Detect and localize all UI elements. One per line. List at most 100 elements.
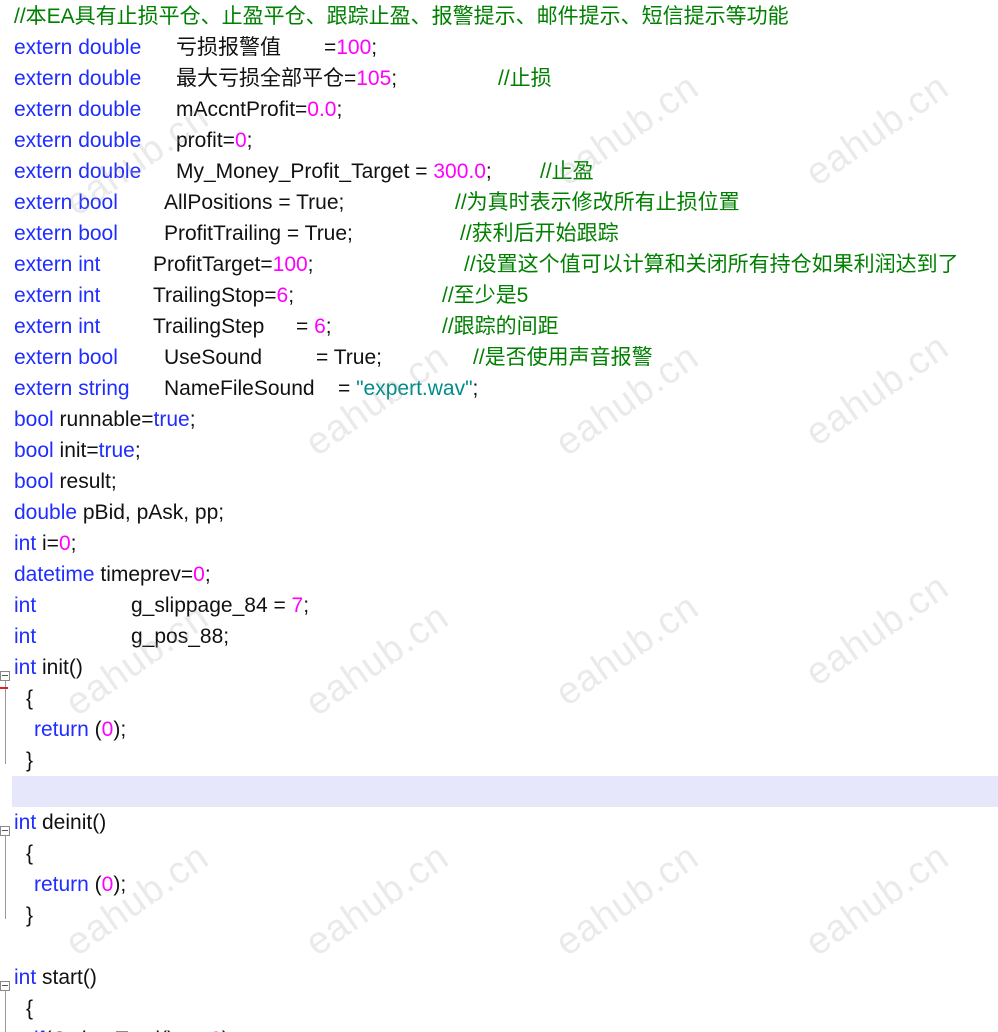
code-token-id: NameFileSound — [164, 377, 315, 400]
code-token-num: 105 — [356, 67, 392, 90]
code-token-id: mAccntProfit= — [176, 98, 308, 121]
code-token-kw: extern string — [14, 377, 130, 400]
watermark-text: eahub.cn — [798, 835, 957, 965]
code-token-kw: extern double — [14, 36, 142, 59]
code-token-id: ( — [88, 718, 102, 741]
code-token-id: 亏损报警值 — [176, 36, 281, 59]
code-token-id: ; — [288, 284, 295, 307]
code-token-id: My_Money_Profit_Target = — [176, 160, 434, 183]
code-token-num: 300.0 — [433, 160, 486, 183]
code-token-num: 100 — [272, 253, 308, 276]
watermark-text: eahub.cn — [58, 835, 217, 965]
code-token-kw: int — [14, 532, 37, 555]
code-token-id: ); — [113, 873, 127, 896]
code-token-id: result; — [53, 470, 117, 493]
fold-toggle-icon[interactable] — [0, 981, 10, 991]
code-token-id: ; — [391, 67, 398, 90]
code-token-id: = — [324, 36, 337, 59]
code-token-kw: double — [14, 501, 78, 524]
code-token-id: ); — [113, 718, 127, 741]
code-token-kw: if — [34, 1024, 45, 1032]
fold-toggle-icon[interactable] — [0, 826, 10, 836]
watermark-text: eahub.cn — [298, 835, 457, 965]
code-token-num: 0 — [101, 718, 114, 741]
fold-guide-line — [5, 836, 6, 919]
code-token-kw: int — [14, 966, 37, 989]
code-token-id: ; — [371, 36, 378, 59]
change-marker — [0, 687, 8, 689]
code-token-kw: extern double — [14, 98, 142, 121]
code-token-id: TrailingStep — [153, 315, 265, 338]
code-token-id: = — [296, 315, 315, 338]
code-token-kw: extern double — [14, 129, 142, 152]
code-token-id: start() — [36, 966, 97, 989]
code-token-id: profit= — [176, 129, 235, 152]
code-token-id: ; — [204, 563, 211, 586]
fold-gutter — [0, 0, 12, 1032]
code-token-cm: //是否使用声音报警 — [473, 346, 653, 369]
code-token-cm: //设置这个值可以计算和关闭所有持仓如果利润达到了 — [464, 253, 959, 276]
code-token-id: pBid, pAsk, pp; — [77, 501, 225, 524]
code-token-id: 最大亏损全部平仓= — [176, 67, 357, 90]
watermark-text: eahub.cn — [798, 565, 957, 695]
code-token-kw: int — [14, 594, 37, 617]
code-token-id: ; — [189, 408, 196, 431]
code-token-id: AllPositions = True; — [164, 191, 345, 214]
code-token-cm: //为真时表示修改所有止损位置 — [455, 191, 740, 214]
code-token-id: = — [338, 377, 357, 400]
code-token-kw: int — [14, 656, 37, 679]
code-token-kw: extern int — [14, 284, 101, 307]
code-token-kw: extern int — [14, 253, 101, 276]
code-token-kw: extern double — [14, 160, 142, 183]
code-token-id: (OrdersTotal() == — [45, 1024, 211, 1032]
code-token-num: 0 — [101, 873, 114, 896]
code-token-cm: //至少是5 — [442, 284, 529, 307]
code-token-id: ; — [485, 160, 492, 183]
code-token-num: 6 — [276, 284, 289, 307]
code-token-id: { — [26, 997, 34, 1020]
code-token-cm: //止盈 — [540, 160, 594, 183]
code-token-kw: true — [153, 408, 190, 431]
code-token-kw: datetime — [14, 563, 95, 586]
code-token-num: 6 — [314, 315, 326, 338]
fold-toggle-icon[interactable] — [0, 671, 10, 681]
code-token-kw: extern bool — [14, 222, 118, 245]
watermark-text: eahub.cn — [798, 65, 957, 195]
fold-guide-line — [5, 991, 6, 1032]
code-token-id: } — [26, 749, 34, 772]
code-token-cm: //获利后开始跟踪 — [460, 222, 619, 245]
code-token-id: } — [26, 904, 34, 927]
code-token-id: ; — [246, 129, 253, 152]
code-token-id: ; — [472, 377, 479, 400]
code-token-num: 0 — [210, 1024, 222, 1032]
code-token-id: runnable= — [53, 408, 154, 431]
code-token-id: { — [26, 687, 34, 710]
code-token-id: g_pos_88; — [131, 625, 230, 648]
code-token-id: ; — [325, 315, 332, 338]
code-token-kw: extern bool — [14, 191, 118, 214]
watermark-text: eahub.cn — [798, 325, 957, 455]
watermark-text: eahub.cn — [548, 585, 707, 715]
code-token-num: 7 — [291, 594, 304, 617]
code-token-id: { — [26, 842, 34, 865]
code-token-id: ; — [307, 253, 314, 276]
code-token-cm: //跟踪的间距 — [442, 315, 559, 338]
code-editor[interactable]: //本EA具有止损平仓、止盈平仓、跟踪止盈、报警提示、邮件提示、短信提示等功能 e… — [0, 0, 998, 1032]
code-token-kw: extern double — [14, 67, 142, 90]
code-token-kw: return — [34, 718, 89, 741]
code-token-id: deinit() — [36, 811, 107, 834]
code-token-str: "expert.wav" — [356, 377, 473, 400]
code-token-kw: bool — [14, 439, 54, 462]
code-token-kw: int — [14, 625, 37, 648]
fold-guide-line — [5, 681, 6, 764]
code-token-cm: //止损 — [498, 67, 552, 90]
code-token-kw: true — [98, 439, 135, 462]
code-token-num: 0.0 — [307, 98, 337, 121]
code-token-id: ; — [70, 532, 77, 555]
code-token-id: init() — [36, 656, 83, 679]
code-token-id: TrailingStop= — [153, 284, 277, 307]
code-token-id: ( — [88, 873, 102, 896]
code-token-id: ProfitTarget= — [153, 253, 273, 276]
code-token-kw: extern bool — [14, 346, 118, 369]
code-token-kw: bool — [14, 408, 54, 431]
